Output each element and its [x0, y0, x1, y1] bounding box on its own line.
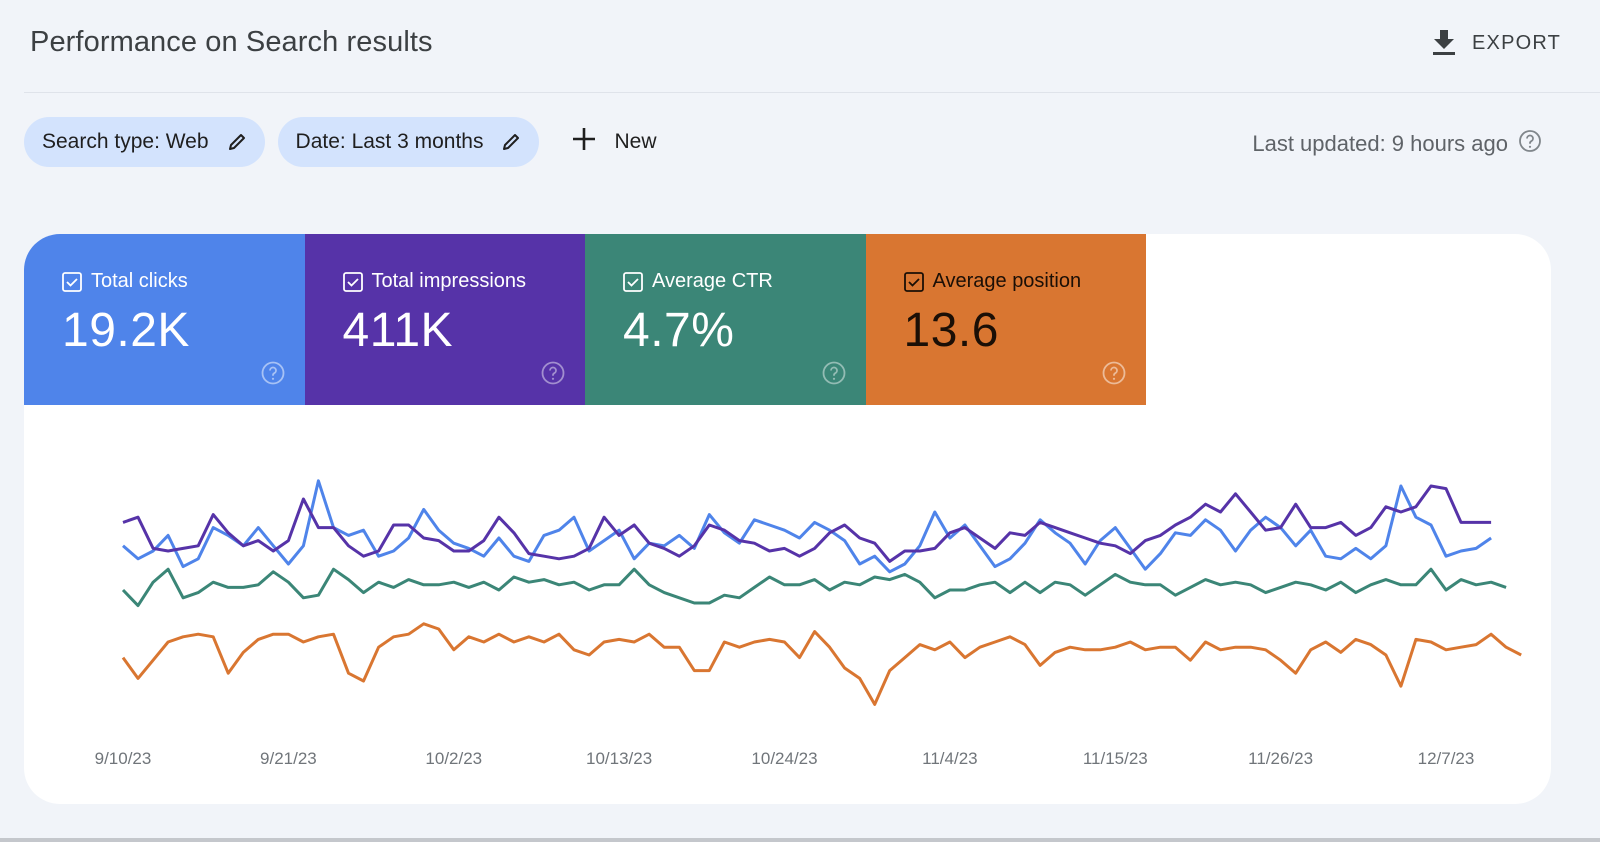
filter-chip-search-type[interactable]: Search type: Web	[24, 117, 265, 167]
edit-pencil-icon	[501, 132, 521, 152]
edit-pencil-icon	[227, 132, 247, 152]
export-label: EXPORT	[1472, 31, 1562, 54]
help-circle-icon[interactable]	[1518, 129, 1542, 159]
series-line-average-position[interactable]	[121, 622, 1522, 706]
last-updated-text: Last updated: 9 hours ago	[1252, 131, 1508, 156]
series-layer	[121, 479, 1522, 706]
download-icon	[1432, 30, 1456, 56]
page-header: Performance on Search results EXPORT	[0, 0, 1600, 92]
x-tick-label: 10/24/23	[751, 749, 817, 768]
filter-chip-label: Search type: Web	[42, 130, 209, 153]
filter-chip-date[interactable]: Date: Last 3 months	[277, 117, 540, 167]
performance-card: Total clicks 19.2K Total impressions 411…	[24, 234, 1551, 804]
x-tick-label: 11/15/23	[1083, 749, 1148, 768]
x-tick-label: 9/21/23	[260, 749, 317, 768]
filter-chip-label: Date: Last 3 months	[295, 130, 484, 153]
series-line-total-impressions[interactable]	[122, 484, 1492, 563]
export-button[interactable]: EXPORT	[1432, 26, 1561, 60]
bottom-edge	[0, 838, 1600, 842]
last-updated: Last updated: 9 hours ago	[1252, 129, 1542, 159]
performance-line-chart[interactable]: 9/10/23 9/21/23 10/2/23 10/13/23 10/24/23 11/…	[24, 234, 1551, 804]
x-tick-label: 10/2/23	[425, 749, 482, 768]
x-tick-label: 10/13/23	[586, 749, 652, 768]
plus-icon	[572, 127, 596, 157]
page-title: Performance on Search results	[30, 26, 433, 58]
x-tick-label: 12/7/23	[1418, 749, 1475, 768]
x-tick-label: 11/4/23	[922, 749, 977, 768]
filter-bar: Search type: Web Date: Last 3 months New	[24, 117, 657, 167]
new-filter-button[interactable]: New	[572, 127, 657, 157]
series-line-average-ctr[interactable]	[121, 567, 1507, 608]
x-tick-label: 11/26/23	[1248, 749, 1313, 768]
new-filter-label: New	[614, 130, 657, 153]
header-divider	[24, 92, 1600, 93]
x-axis-ticks: 9/10/23 9/21/23 10/2/23 10/13/23 10/24/23 11/…	[95, 749, 1475, 768]
x-tick-label: 9/10/23	[95, 749, 152, 768]
